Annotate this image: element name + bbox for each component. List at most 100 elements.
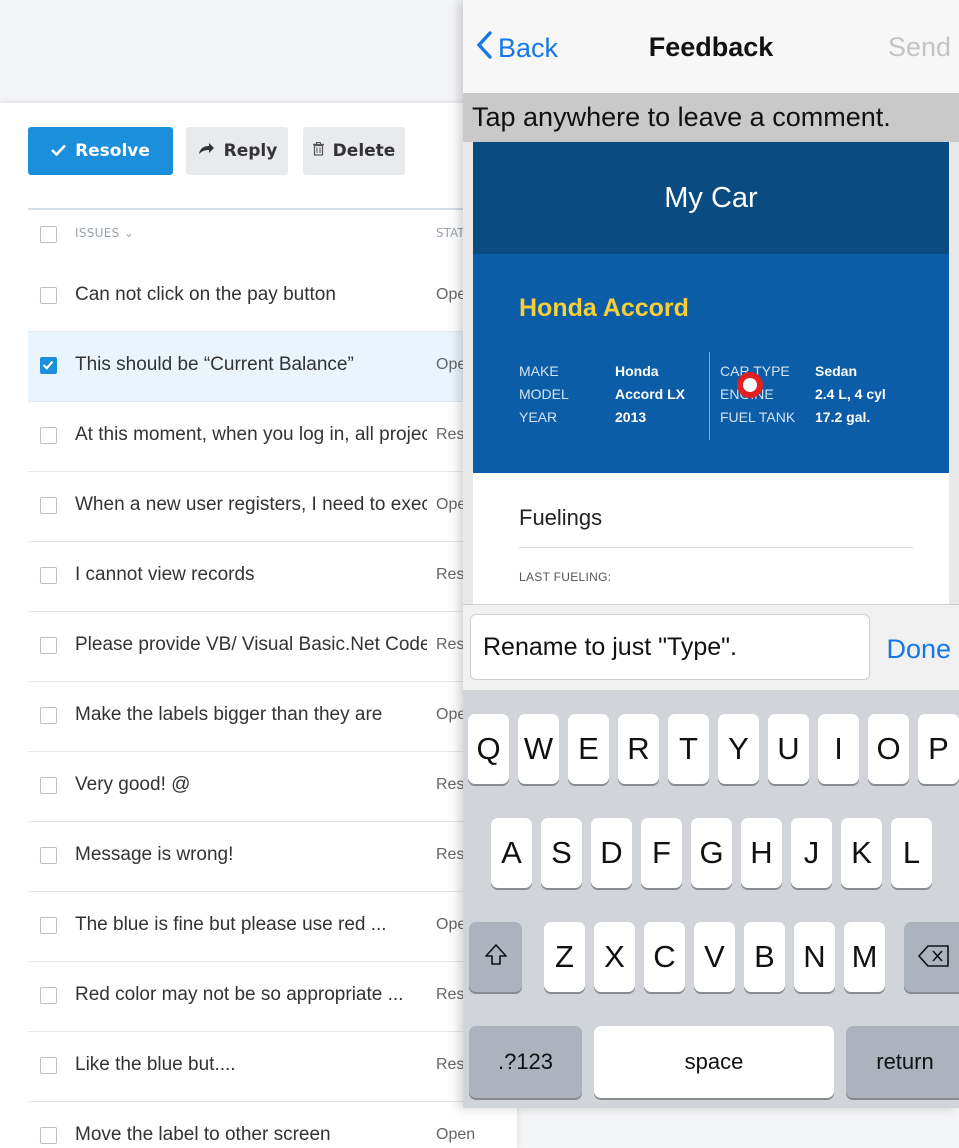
done-button[interactable]: Done [886,634,951,665]
key-v[interactable]: V [694,922,735,992]
issue-title[interactable]: This should be “Current Balance” [75,354,427,376]
issue-checkbox[interactable] [40,1057,57,1074]
key-t[interactable]: T [668,714,709,784]
key-m[interactable]: M [844,922,885,992]
key-u[interactable]: U [768,714,809,784]
issue-row[interactable]: Red color may not be so appropriate ...R… [28,962,517,1032]
issue-checkbox[interactable] [40,847,57,864]
backspace-icon [918,939,950,975]
issue-checkbox[interactable] [40,1127,57,1144]
issues-list-header: ISSUES ⌄ STATUS [28,208,517,264]
comment-bar: Rename to just "Type". Done [463,604,959,691]
send-button[interactable]: Send [888,32,951,63]
issue-title[interactable]: Can not click on the pay button [75,284,427,306]
key-y[interactable]: Y [718,714,759,784]
page-title: Feedback [648,32,774,62]
issue-title[interactable]: Make the labels bigger than they are [75,704,427,726]
key-n[interactable]: N [794,922,835,992]
delete-button[interactable]: Delete [303,127,405,175]
issues-column-header[interactable]: ISSUES ⌄ [75,226,134,240]
issue-checkbox[interactable] [40,987,57,1004]
key-x[interactable]: X [594,922,635,992]
issue-checkbox[interactable] [40,287,57,304]
key-c[interactable]: C [644,922,685,992]
checkmark-icon [51,141,67,161]
issue-row[interactable]: The blue is fine but please use red ... O… [28,892,517,962]
issue-title[interactable]: The blue is fine but please use red ... [75,914,427,936]
key-p[interactable]: P [918,714,959,784]
issue-checkbox[interactable] [40,427,57,444]
issue-tracker-panel: Resolve Reply Delete ISSUES ⌄ STATUS Can… [0,103,517,1148]
spec-value: 17.2 gal. [815,409,871,425]
issue-checkbox[interactable] [40,637,57,654]
key-k[interactable]: K [841,818,882,888]
shift-icon [484,939,508,975]
issue-status: Open [436,1126,476,1143]
shift-key[interactable] [469,922,522,992]
key-b[interactable]: B [744,922,785,992]
issue-title[interactable]: Red color may not be so appropriate ... [75,984,427,1006]
key-i[interactable]: I [818,714,859,784]
spec-divider [709,352,710,440]
comment-pin-marker[interactable] [737,372,763,398]
issue-checkbox[interactable] [40,357,57,374]
issue-row[interactable]: This should be “Current Balance” Open [28,332,517,402]
key-o[interactable]: O [868,714,909,784]
issue-row[interactable]: Like the blue but....Resolved [28,1032,517,1102]
issue-checkbox[interactable] [40,777,57,794]
issue-checkbox[interactable] [40,917,57,934]
app-preview[interactable]: My Car Honda Accord MAKE Honda MODEL Accor… [463,142,959,604]
key-f[interactable]: F [641,818,682,888]
key-r[interactable]: R [618,714,659,784]
backspace-key[interactable] [904,922,959,992]
spec-row: FUEL TANK 17.2 gal. [720,406,870,429]
issue-row[interactable]: Please provide VB/ Visual Basic.Net Code… [28,612,517,682]
issue-toolbar: Resolve Reply Delete [28,127,405,175]
key-z[interactable]: Z [544,922,585,992]
resolve-label: Resolve [75,141,150,161]
issue-title[interactable]: Message is wrong! [75,844,427,866]
issue-row[interactable]: When a new user registers, I need to exe… [28,472,517,542]
delete-label: Delete [332,141,396,161]
key-a[interactable]: A [491,818,532,888]
spec-value: Accord LX [615,386,686,402]
issues-column-label: ISSUES [75,226,120,240]
issue-checkbox[interactable] [40,497,57,514]
key-q[interactable]: Q [468,714,509,784]
return-key[interactable]: return [846,1026,959,1098]
issue-title[interactable]: Like the blue but.... [75,1054,427,1076]
navigation-bar: Back Feedback Send [463,0,959,94]
comment-hint: Tap anywhere to leave a comment. [463,94,959,142]
issue-checkbox[interactable] [40,567,57,584]
issue-title[interactable]: When a new user registers, I need to exe… [75,494,427,516]
issue-title[interactable]: Please provide VB/ Visual Basic.Net Code [75,634,427,656]
space-key[interactable]: space [594,1026,834,1098]
issue-row[interactable]: Make the labels bigger than they are Open [28,682,517,752]
issue-row[interactable]: I cannot view recordsResolved [28,542,517,612]
issue-row[interactable]: At this moment, when you log in, all pro… [28,402,517,472]
issue-row[interactable]: Very good! @Resolved [28,752,517,822]
key-l[interactable]: L [891,818,932,888]
spec-value: 2013 [615,409,647,425]
select-all-checkbox[interactable] [40,226,57,243]
resolve-button[interactable]: Resolve [28,127,173,175]
key-d[interactable]: D [591,818,632,888]
reply-button[interactable]: Reply [186,127,288,175]
key-g[interactable]: G [691,818,732,888]
key-w[interactable]: W [518,714,559,784]
key-s[interactable]: S [541,818,582,888]
key-j[interactable]: J [791,818,832,888]
issue-title[interactable]: At this moment, when you log in, all pro… [75,424,427,446]
key-e[interactable]: E [568,714,609,784]
issue-row[interactable]: Move the label to other screen Open [28,1102,517,1148]
numbers-key[interactable]: .?123 [469,1026,582,1098]
comment-input[interactable]: Rename to just "Type". [470,614,870,680]
issue-title[interactable]: Very good! @ [75,774,427,796]
issue-title[interactable]: I cannot view records [75,564,427,586]
trash-icon [312,141,324,161]
issue-row[interactable]: Message is wrong!Resolved [28,822,517,892]
issue-title[interactable]: Move the label to other screen [75,1124,427,1146]
key-h[interactable]: H [741,818,782,888]
issue-row[interactable]: Can not click on the pay button Open [28,262,517,332]
issue-checkbox[interactable] [40,707,57,724]
